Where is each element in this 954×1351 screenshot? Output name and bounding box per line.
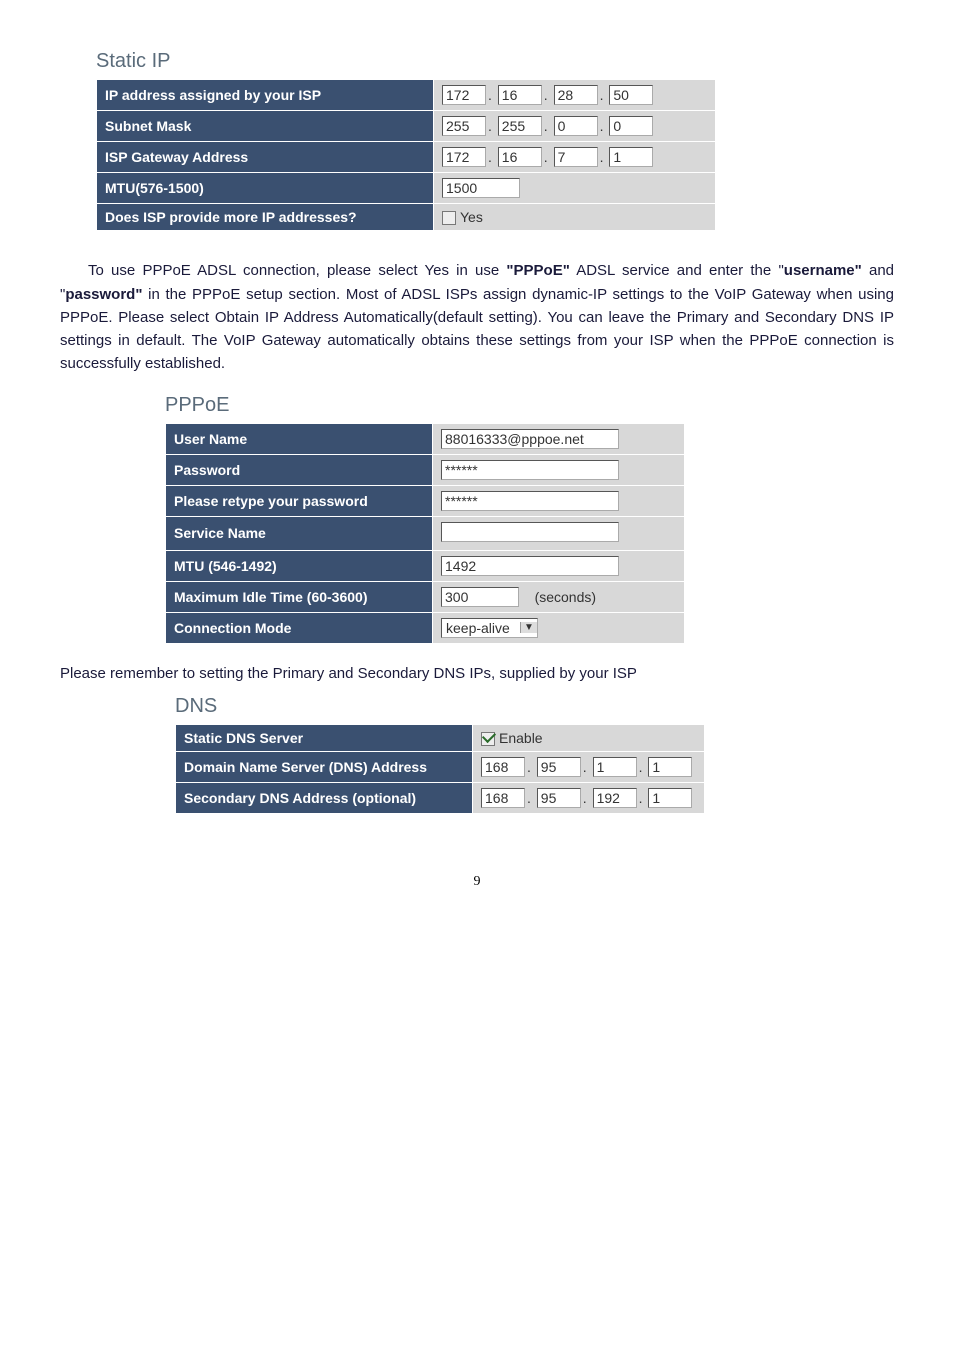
user-input[interactable]: 88016333@pppoe.net bbox=[441, 429, 619, 449]
pass-label: Password bbox=[166, 454, 433, 485]
mask-octet-2[interactable]: 255 bbox=[498, 116, 542, 136]
mode-select-value: keep-alive bbox=[442, 619, 520, 637]
secondary-octet-4[interactable]: 1 bbox=[648, 788, 692, 808]
paragraph-dns-note: Please remember to setting the Primary a… bbox=[60, 662, 894, 685]
user-value: 88016333@pppoe.net bbox=[433, 423, 685, 454]
repass-value: ****** bbox=[433, 485, 685, 516]
chevron-down-icon: ▼ bbox=[520, 622, 537, 633]
pass-value: ****** bbox=[433, 454, 685, 485]
secondary-dns-label: Secondary DNS Address (optional) bbox=[176, 783, 473, 814]
svc-input[interactable] bbox=[441, 522, 619, 542]
primary-dns-label: Domain Name Server (DNS) Address bbox=[176, 752, 473, 783]
more-text: Yes bbox=[460, 209, 483, 225]
secondary-octet-1[interactable]: 168 bbox=[481, 788, 525, 808]
mask-octet-1[interactable]: 255 bbox=[442, 116, 486, 136]
svc-value bbox=[433, 516, 685, 550]
mask-octet-3[interactable]: 0 bbox=[554, 116, 598, 136]
pppoe-mtu-value: 1492 bbox=[433, 550, 685, 581]
ip-octet-3[interactable]: 28 bbox=[554, 85, 598, 105]
gw-octet-2[interactable]: 16 bbox=[498, 147, 542, 167]
idle-input[interactable]: 300 bbox=[441, 587, 519, 607]
ip-octet-4[interactable]: 50 bbox=[609, 85, 653, 105]
ip-value: 172. 16. 28. 50 bbox=[434, 80, 716, 111]
secondary-dns-value: 168. 95. 192. 1 bbox=[473, 783, 705, 814]
pppoe-mtu-label: MTU (546-1492) bbox=[166, 550, 433, 581]
page-number: 9 bbox=[60, 874, 894, 890]
static-dns-label: Static DNS Server bbox=[176, 724, 473, 751]
primary-octet-2[interactable]: 95 bbox=[537, 757, 581, 777]
more-value: Yes bbox=[434, 204, 716, 231]
mode-label: Connection Mode bbox=[166, 612, 433, 643]
mtu-value: 1500 bbox=[434, 173, 716, 204]
ip-octet-2[interactable]: 16 bbox=[498, 85, 542, 105]
gw-octet-3[interactable]: 7 bbox=[554, 147, 598, 167]
mask-value: 255. 255. 0. 0 bbox=[434, 111, 716, 142]
static-dns-value: Enable bbox=[473, 724, 705, 751]
pass-input[interactable]: ****** bbox=[441, 460, 619, 480]
primary-octet-3[interactable]: 1 bbox=[593, 757, 637, 777]
idle-unit: (seconds) bbox=[535, 589, 596, 605]
mask-octet-4[interactable]: 0 bbox=[609, 116, 653, 136]
secondary-octet-2[interactable]: 95 bbox=[537, 788, 581, 808]
user-label: User Name bbox=[166, 423, 433, 454]
idle-label: Maximum Idle Time (60-3600) bbox=[166, 581, 433, 612]
gw-value: 172. 16. 7. 1 bbox=[434, 142, 716, 173]
enable-checkbox[interactable] bbox=[481, 732, 495, 746]
enable-text: Enable bbox=[499, 730, 543, 746]
more-label: Does ISP provide more IP addresses? bbox=[97, 204, 434, 231]
static-ip-title: Static IP bbox=[96, 50, 894, 73]
gw-octet-4[interactable]: 1 bbox=[609, 147, 653, 167]
gw-label: ISP Gateway Address bbox=[97, 142, 434, 173]
idle-value: 300 (seconds) bbox=[433, 581, 685, 612]
secondary-octet-3[interactable]: 192 bbox=[593, 788, 637, 808]
svc-label: Service Name bbox=[166, 516, 433, 550]
mask-label: Subnet Mask bbox=[97, 111, 434, 142]
primary-octet-4[interactable]: 1 bbox=[648, 757, 692, 777]
static-ip-table: IP address assigned by your ISP 172. 16.… bbox=[96, 79, 716, 231]
primary-octet-1[interactable]: 168 bbox=[481, 757, 525, 777]
pppoe-mtu-input[interactable]: 1492 bbox=[441, 556, 619, 576]
ip-label: IP address assigned by your ISP bbox=[97, 80, 434, 111]
gw-octet-1[interactable]: 172 bbox=[442, 147, 486, 167]
pppoe-table: User Name 88016333@pppoe.net Password **… bbox=[165, 423, 685, 644]
paragraph-pppoe-setup: To use PPPoE ADSL connection, please sel… bbox=[60, 259, 894, 375]
more-checkbox[interactable] bbox=[442, 211, 456, 225]
primary-dns-value: 168. 95. 1. 1 bbox=[473, 752, 705, 783]
pppoe-title: PPPoE bbox=[165, 394, 894, 417]
ip-octet-1[interactable]: 172 bbox=[442, 85, 486, 105]
mode-select[interactable]: keep-alive ▼ bbox=[441, 618, 538, 638]
mode-value: keep-alive ▼ bbox=[433, 612, 685, 643]
dns-title: DNS bbox=[175, 695, 894, 718]
mtu-input[interactable]: 1500 bbox=[442, 178, 520, 198]
repass-label: Please retype your password bbox=[166, 485, 433, 516]
mtu-label: MTU(576-1500) bbox=[97, 173, 434, 204]
dns-table: Static DNS Server Enable Domain Name Ser… bbox=[175, 724, 705, 814]
repass-input[interactable]: ****** bbox=[441, 491, 619, 511]
